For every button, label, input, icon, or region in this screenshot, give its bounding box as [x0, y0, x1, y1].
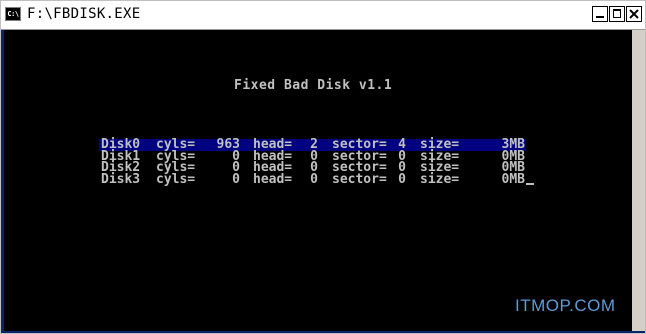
vertical-scrollbar[interactable] [632, 30, 645, 331]
head-value: 0 [310, 171, 318, 187]
disk-name: Disk3 [101, 171, 141, 187]
head-label: head= [253, 171, 293, 187]
minimize-button[interactable] [592, 6, 608, 22]
cyls-value: 0 [232, 171, 240, 187]
close-icon [629, 9, 639, 19]
console-window: C:\ F:\FBDISK.EXE Fixed Bad Disk v1.1 Di… [0, 0, 646, 334]
size-value: 0MB [501, 171, 525, 187]
console-app-icon[interactable]: C:\ [5, 7, 21, 21]
disk-list: Disk0 cyls= 963 head= 2 sector= 4 size= … [99, 138, 534, 187]
disk-row-3[interactable]: Disk3 cyls= 0 head= 0 sector= 0 size= 0M… [99, 171, 534, 187]
sector-value: 0 [398, 171, 406, 187]
size-label: size= [420, 171, 460, 187]
watermark-logo: ITMOP.COM [515, 296, 616, 315]
sector-label: sector= [332, 171, 387, 187]
text-cursor [526, 182, 534, 185]
cyls-label: cyls= [156, 171, 196, 187]
program-heading: Fixed Bad Disk v1.1 [234, 78, 393, 93]
maximize-button[interactable] [609, 6, 625, 22]
console-output[interactable]: Fixed Bad Disk v1.1 Disk0 cyls= 963 head… [4, 30, 632, 331]
title-bar[interactable]: C:\ F:\FBDISK.EXE [1, 1, 645, 30]
window-title: F:\FBDISK.EXE [27, 6, 141, 22]
close-button[interactable] [626, 6, 642, 22]
